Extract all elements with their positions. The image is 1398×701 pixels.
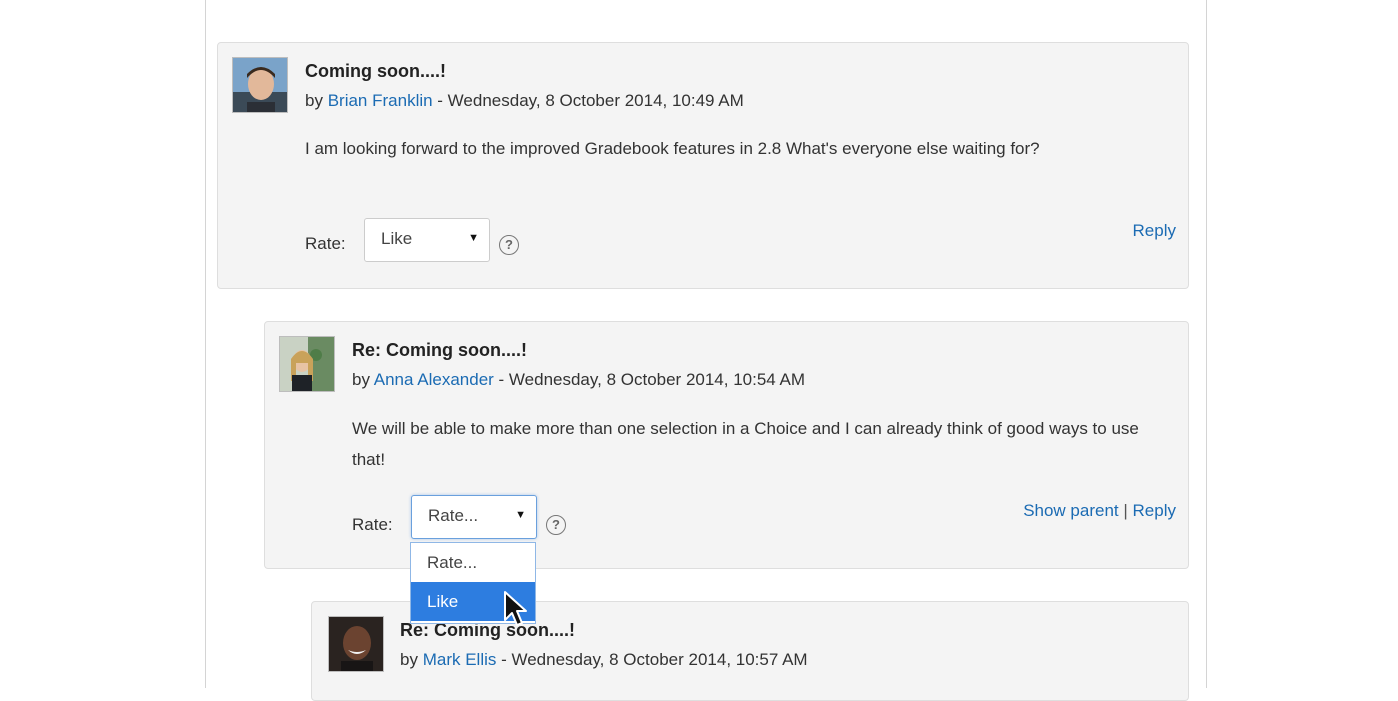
dropdown-option-rate[interactable]: Rate... bbox=[411, 543, 535, 582]
by-label: by bbox=[400, 650, 418, 669]
help-icon[interactable]: ? bbox=[546, 515, 566, 535]
help-icon[interactable]: ? bbox=[499, 235, 519, 255]
avatar[interactable] bbox=[328, 616, 384, 672]
chevron-down-icon: ▼ bbox=[515, 509, 526, 521]
rate-label: Rate: bbox=[352, 515, 393, 534]
post-message: I am looking forward to the improved Gra… bbox=[305, 139, 1040, 158]
chevron-down-icon: ▼ bbox=[468, 232, 479, 244]
post-byline: by Brian Franklin - Wednesday, 8 October… bbox=[305, 91, 744, 111]
rate-select[interactable]: Rate... ▼ bbox=[411, 495, 537, 539]
post-message: We will be able to make more than one se… bbox=[352, 419, 1139, 469]
by-label: by bbox=[352, 370, 370, 389]
show-parent-link[interactable]: Show parent bbox=[1023, 501, 1118, 520]
post-subject: Coming soon....! bbox=[305, 61, 446, 81]
avatar[interactable] bbox=[279, 336, 335, 392]
by-label: by bbox=[305, 91, 323, 110]
author-link[interactable]: Anna Alexander bbox=[374, 370, 494, 389]
rate-select[interactable]: Like ▼ bbox=[364, 218, 490, 262]
action-separator: | bbox=[1123, 501, 1128, 520]
forum-post: Coming soon....! by Brian Franklin - Wed… bbox=[217, 42, 1189, 289]
post-date: - Wednesday, 8 October 2014, 10:57 AM bbox=[496, 650, 808, 669]
post-actions: Show parent | Reply bbox=[1023, 501, 1176, 521]
author-link[interactable]: Brian Franklin bbox=[328, 91, 433, 110]
post-date: - Wednesday, 8 October 2014, 10:49 AM bbox=[432, 91, 744, 110]
forum-post: Re: Coming soon....! by Anna Alexander -… bbox=[264, 321, 1189, 569]
post-subject: Re: Coming soon....! bbox=[352, 340, 527, 360]
reply-link[interactable]: Reply bbox=[1133, 221, 1176, 240]
post-date: - Wednesday, 8 October 2014, 10:54 AM bbox=[493, 370, 806, 389]
post-byline: by Mark Ellis - Wednesday, 8 October 201… bbox=[400, 650, 808, 670]
rate-label: Rate: bbox=[305, 234, 346, 253]
rate-select-value: Like bbox=[381, 229, 413, 248]
author-link[interactable]: Mark Ellis bbox=[423, 650, 497, 669]
post-byline: by Anna Alexander - Wednesday, 8 October… bbox=[352, 370, 805, 390]
reply-link[interactable]: Reply bbox=[1133, 501, 1176, 520]
post-actions: Reply bbox=[1133, 221, 1176, 241]
rate-select-value: Rate... bbox=[428, 506, 479, 525]
mouse-cursor-icon bbox=[504, 591, 527, 626]
avatar[interactable] bbox=[232, 57, 288, 113]
